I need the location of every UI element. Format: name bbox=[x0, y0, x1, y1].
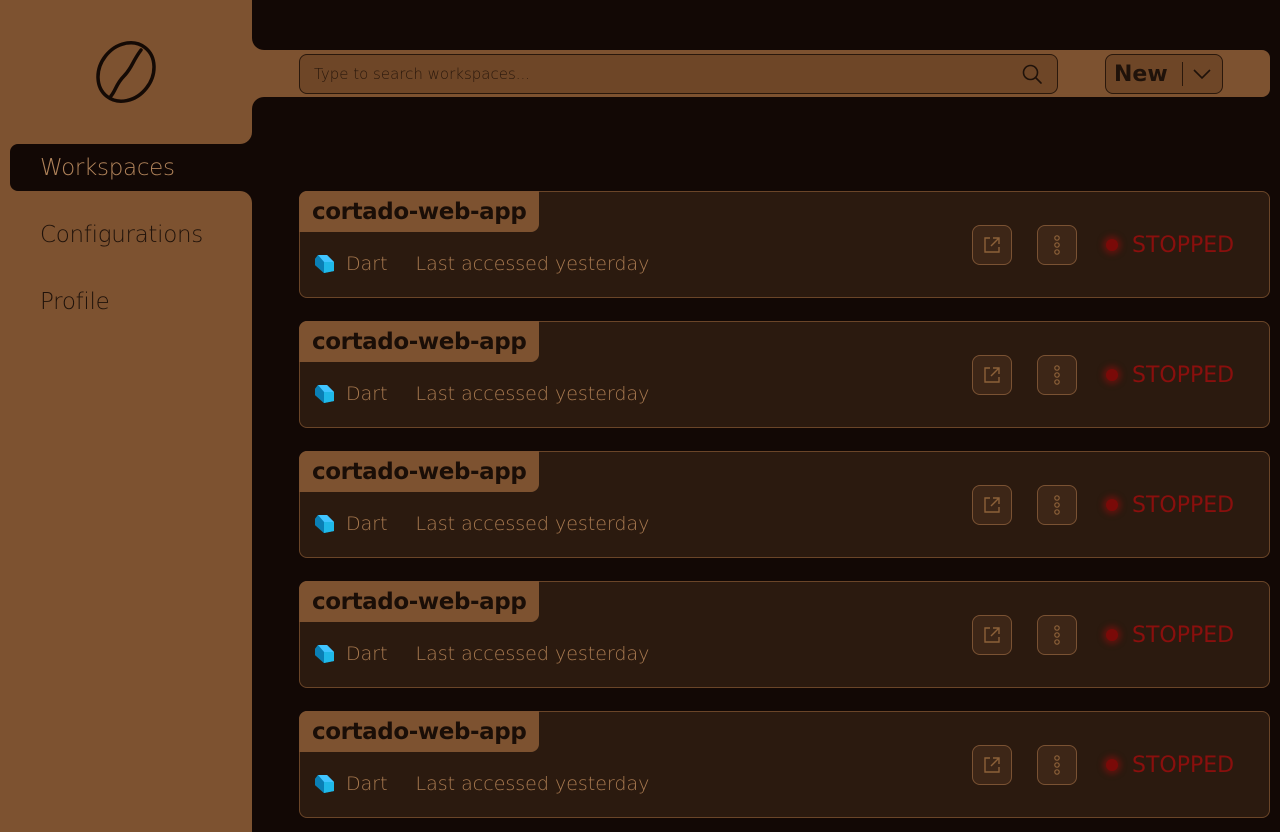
more-options-button[interactable] bbox=[1037, 485, 1077, 525]
workspace-card[interactable]: cortado-web-app Dart Last accessed yeste… bbox=[299, 191, 1270, 298]
workspace-language: Dart bbox=[346, 383, 388, 405]
sidebar-item-workspaces[interactable]: Workspaces bbox=[10, 144, 252, 191]
dart-icon bbox=[312, 252, 336, 276]
workspace-meta: Dart Last accessed yesterday bbox=[312, 252, 649, 276]
status-badge: STOPPED bbox=[1100, 485, 1234, 525]
app-window: Workspaces Configurations Profile New co… bbox=[0, 0, 1280, 832]
workspace-card[interactable]: cortado-web-app Dart Last accessed yeste… bbox=[299, 321, 1270, 428]
status-badge: STOPPED bbox=[1100, 355, 1234, 395]
workspace-card[interactable]: cortado-web-app Dart Last accessed yeste… bbox=[299, 711, 1270, 818]
status-indicator-icon bbox=[1106, 759, 1118, 771]
status-text: STOPPED bbox=[1132, 752, 1235, 778]
workspace-meta: Dart Last accessed yesterday bbox=[312, 772, 649, 796]
search-box bbox=[299, 54, 1058, 94]
external-link-icon bbox=[984, 367, 1000, 383]
status-indicator-icon bbox=[1106, 239, 1118, 251]
more-options-button[interactable] bbox=[1037, 355, 1077, 395]
external-link-icon bbox=[984, 757, 1000, 773]
chevron-down-icon[interactable] bbox=[1183, 68, 1222, 80]
workspace-last-accessed: Last accessed yesterday bbox=[415, 383, 650, 405]
open-workspace-button[interactable] bbox=[972, 355, 1012, 395]
dart-icon bbox=[312, 642, 336, 666]
workspace-name[interactable]: cortado-web-app bbox=[299, 581, 540, 622]
status-text: STOPPED bbox=[1132, 492, 1235, 518]
workspace-card[interactable]: cortado-web-app Dart Last accessed yeste… bbox=[299, 581, 1270, 688]
sidebar-item-configurations[interactable]: Configurations bbox=[10, 211, 252, 258]
search-icon[interactable] bbox=[1021, 63, 1043, 85]
workspace-language: Dart bbox=[346, 253, 388, 275]
new-button-label[interactable]: New bbox=[1106, 62, 1182, 87]
dart-icon bbox=[312, 512, 336, 536]
more-vertical-icon bbox=[1054, 625, 1060, 645]
status-indicator-icon bbox=[1106, 629, 1118, 641]
new-workspace-button[interactable]: New bbox=[1105, 54, 1223, 94]
status-text: STOPPED bbox=[1132, 362, 1235, 388]
open-workspace-button[interactable] bbox=[972, 225, 1012, 265]
status-indicator-icon bbox=[1106, 369, 1118, 381]
search-input[interactable] bbox=[314, 65, 1021, 83]
workspace-name[interactable]: cortado-web-app bbox=[299, 451, 540, 492]
tab-connector bbox=[232, 191, 252, 211]
status-badge: STOPPED bbox=[1100, 225, 1234, 265]
open-workspace-button[interactable] bbox=[972, 615, 1012, 655]
external-link-icon bbox=[984, 497, 1000, 513]
workspace-meta: Dart Last accessed yesterday bbox=[312, 642, 649, 666]
workspace-language: Dart bbox=[346, 773, 388, 795]
status-badge: STOPPED bbox=[1100, 615, 1234, 655]
sidebar-item-profile[interactable]: Profile bbox=[10, 278, 252, 325]
status-text: STOPPED bbox=[1132, 232, 1235, 258]
workspace-language: Dart bbox=[346, 513, 388, 535]
workspace-name[interactable]: cortado-web-app bbox=[299, 321, 540, 362]
external-link-icon bbox=[984, 627, 1000, 643]
workspace-name[interactable]: cortado-web-app bbox=[299, 191, 540, 232]
open-workspace-button[interactable] bbox=[972, 745, 1012, 785]
status-text: STOPPED bbox=[1132, 622, 1235, 648]
external-link-icon bbox=[984, 237, 1000, 253]
more-options-button[interactable] bbox=[1037, 225, 1077, 265]
open-workspace-button[interactable] bbox=[972, 485, 1012, 525]
more-vertical-icon bbox=[1054, 755, 1060, 775]
workspace-name[interactable]: cortado-web-app bbox=[299, 711, 540, 752]
dart-icon bbox=[312, 382, 336, 406]
workspace-card[interactable]: cortado-web-app Dart Last accessed yeste… bbox=[299, 451, 1270, 558]
more-options-button[interactable] bbox=[1037, 615, 1077, 655]
more-vertical-icon bbox=[1054, 235, 1060, 255]
workspace-language: Dart bbox=[346, 643, 388, 665]
coffee-bean-icon[interactable] bbox=[94, 40, 158, 104]
sidebar: Workspaces Configurations Profile bbox=[0, 0, 252, 832]
more-options-button[interactable] bbox=[1037, 745, 1077, 785]
more-vertical-icon bbox=[1054, 365, 1060, 385]
status-indicator-icon bbox=[1106, 499, 1118, 511]
workspace-last-accessed: Last accessed yesterday bbox=[415, 253, 650, 275]
tab-connector bbox=[232, 124, 252, 144]
dart-icon bbox=[312, 772, 336, 796]
header-connector bbox=[252, 97, 266, 111]
more-vertical-icon bbox=[1054, 495, 1060, 515]
workspace-meta: Dart Last accessed yesterday bbox=[312, 512, 649, 536]
workspace-meta: Dart Last accessed yesterday bbox=[312, 382, 649, 406]
status-badge: STOPPED bbox=[1100, 745, 1234, 785]
workspace-last-accessed: Last accessed yesterday bbox=[415, 513, 650, 535]
workspace-last-accessed: Last accessed yesterday bbox=[415, 643, 650, 665]
header-connector bbox=[252, 36, 266, 50]
workspace-last-accessed: Last accessed yesterday bbox=[415, 773, 650, 795]
